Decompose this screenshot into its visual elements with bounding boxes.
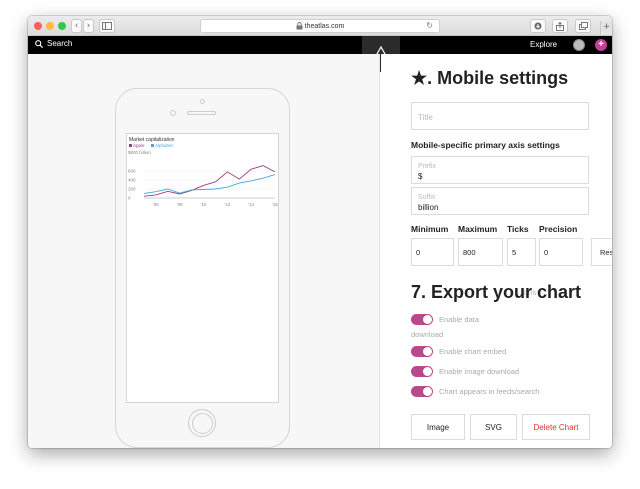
suffix-label: Suffix <box>418 194 436 201</box>
delete-chart-button[interactable]: Delete Chart <box>522 414 590 440</box>
lock-icon <box>296 22 303 30</box>
explore-link[interactable]: Explore <box>530 40 557 49</box>
editor-content: Market capitalization Apple Alphabet $80… <box>28 54 612 448</box>
export-image-button[interactable]: Image <box>411 414 465 440</box>
reset-button[interactable]: Res <box>591 238 612 266</box>
tabs-overview-button[interactable] <box>575 19 591 33</box>
ticks-input[interactable]: 5 <box>507 238 536 266</box>
minimum-input[interactable]: 0 <box>411 238 454 266</box>
search-icon <box>35 39 43 48</box>
phone-speaker-icon <box>187 111 216 115</box>
settings-pane: ★. Mobile settings Title Mobile-specific… <box>381 54 612 448</box>
minimize-window-button[interactable] <box>46 22 54 30</box>
enable-data-toggle[interactable] <box>411 314 433 325</box>
tabs-icon <box>578 22 588 30</box>
y-unit-label: $800 billion <box>128 150 151 155</box>
primary-axis-heading: Mobile-specific primary axis settings <box>411 140 560 150</box>
toggle-row-feeds-search[interactable]: Chart appears in feeds/search <box>411 386 539 397</box>
prefix-value: $ <box>418 172 423 181</box>
share-button[interactable] <box>552 19 568 33</box>
feeds-search-label: Chart appears in feeds/search <box>439 387 540 396</box>
suffix-value: billion <box>418 203 439 212</box>
feeds-search-toggle[interactable] <box>411 386 433 397</box>
title-placeholder: Title <box>418 113 433 122</box>
chart-grid <box>144 170 275 199</box>
create-plus-button[interactable]: + <box>595 39 607 51</box>
legend-apple: Apple <box>133 143 145 148</box>
maximum-input[interactable]: 800 <box>458 238 503 266</box>
url-text: theatlas.com <box>304 22 345 30</box>
address-bar[interactable]: theatlas.com ↻ <box>200 19 440 33</box>
enable-image-download-label: Enable image download <box>439 367 520 376</box>
reload-icon[interactable]: ↻ <box>426 21 433 30</box>
y-tick-label: 600 <box>128 169 136 174</box>
x-tick-label: '10 <box>201 202 207 207</box>
enable-data-label-continued: download <box>411 330 444 339</box>
site-navbar: Search Explore + <box>28 36 612 54</box>
sidebar-icon <box>102 22 112 30</box>
back-button[interactable]: ‹ <box>71 19 82 33</box>
phone-screen: Market capitalization Apple Alphabet $80… <box>126 133 279 403</box>
export-svg-button[interactable]: SVG <box>470 414 517 440</box>
enable-chart-embed-label: Enable chart embed <box>439 347 507 356</box>
phone-sensor-icon <box>170 110 176 116</box>
preview-pane: Market capitalization Apple Alphabet $80… <box>28 54 380 448</box>
minimum-label: Minimum <box>411 224 449 234</box>
y-ticks: 600 400 200 0 <box>128 169 136 201</box>
sidebar-toggle-button[interactable] <box>99 19 115 33</box>
ticks-label: Ticks <box>507 224 529 234</box>
toggle-row-enable-data[interactable]: Enable data <box>411 314 479 325</box>
phone-camera-icon <box>200 99 205 104</box>
phone-frame: Market capitalization Apple Alphabet $80… <box>115 88 290 448</box>
search-label: Search <box>47 39 73 48</box>
title-input[interactable]: Title <box>411 102 589 130</box>
search-link[interactable]: Search <box>35 39 72 48</box>
suffix-input[interactable]: Suffix billion <box>411 187 589 215</box>
enable-data-label: Enable data <box>439 315 480 324</box>
enable-chart-embed-toggle[interactable] <box>411 346 433 357</box>
precision-label: Precision <box>539 224 578 234</box>
browser-window: ‹ › theatlas.com ↻ + Search Explore + Ma… <box>28 16 612 448</box>
enable-image-download-toggle[interactable] <box>411 366 433 377</box>
mobile-settings-heading: ★. Mobile settings <box>411 68 569 88</box>
avatar[interactable] <box>573 39 585 51</box>
toggle-row-chart-embed[interactable]: Enable chart embed <box>411 346 506 357</box>
y-tick-label: 400 <box>128 178 136 183</box>
downloads-button[interactable] <box>530 19 546 33</box>
phone-home-button-icon <box>188 409 216 437</box>
y-tick-label: 200 <box>128 187 136 192</box>
title-bar: ‹ › theatlas.com ↻ + <box>28 16 612 36</box>
legend-swatch-apple <box>129 144 132 147</box>
export-heading: 7. Export your chart <box>411 282 582 302</box>
close-window-button[interactable] <box>34 22 42 30</box>
zoom-window-button[interactable] <box>58 22 66 30</box>
prefix-input[interactable]: Prefix $ <box>411 156 589 184</box>
x-tick-label: '14 <box>248 202 254 207</box>
x-ticks: '06 '08 '10 '12 '14 '16 <box>153 202 278 207</box>
series-line-apple <box>143 165 276 197</box>
download-icon <box>534 22 542 30</box>
share-icon <box>556 21 564 31</box>
prefix-label: Prefix <box>418 163 436 170</box>
x-tick-label: '08 <box>177 202 183 207</box>
x-tick-label: '06 <box>153 202 159 207</box>
new-tab-button[interactable]: + <box>600 21 612 35</box>
legend-alphabet: Alphabet <box>155 143 174 148</box>
x-tick-label: '16 <box>272 202 278 207</box>
maximum-label: Maximum <box>458 224 498 234</box>
x-tick-label: '12 <box>224 202 230 207</box>
forward-button[interactable]: › <box>83 19 94 33</box>
market-cap-chart: Market capitalization Apple Alphabet $80… <box>128 137 278 207</box>
toggle-row-image-download[interactable]: Enable image download <box>411 366 519 377</box>
legend-swatch-alphabet <box>151 144 154 147</box>
y-tick-label: 0 <box>128 196 131 201</box>
precision-input[interactable]: 0 <box>539 238 583 266</box>
